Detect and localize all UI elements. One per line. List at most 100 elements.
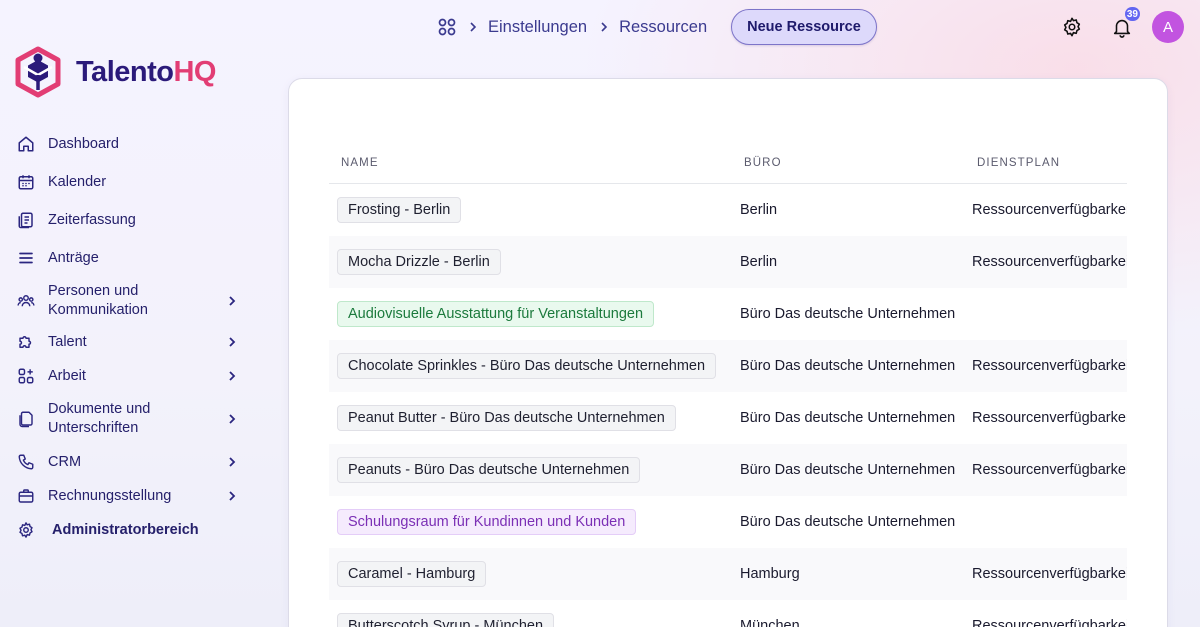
chevron-right-icon — [229, 337, 236, 347]
list-icon — [16, 248, 36, 268]
sidebar-item-label: Arbeit — [48, 367, 86, 384]
breadcrumb-ressourcen[interactable]: Ressourcen — [619, 18, 707, 37]
home-icon — [16, 134, 36, 154]
table-row[interactable]: Audiovisuelle Ausstattung für Veranstalt… — [329, 288, 1127, 340]
notification-count-badge: 39 — [1124, 7, 1140, 21]
table-row[interactable]: Peanut Butter - Büro Das deutsche Untern… — [329, 392, 1127, 444]
resource-name-tag[interactable]: Mocha Drizzle - Berlin — [337, 249, 501, 275]
sidebar-nav: Dashboard Kalender Zeiterfassung Anträge… — [16, 125, 246, 547]
new-resource-button[interactable]: Neue Ressource — [731, 9, 877, 45]
cell-office: Büro Das deutsche Unternehmen — [740, 358, 956, 374]
cell-name: Butterscotch Syrup - München — [329, 613, 732, 627]
sidebar-item-dokumente[interactable]: Dokumente und Unterschriften — [16, 393, 246, 445]
table-row[interactable]: Peanuts - Büro Das deutsche Unternehmen B… — [329, 444, 1127, 496]
table-row[interactable]: Caramel - Hamburg Hamburg Ressourcenverfüg… — [329, 548, 1127, 600]
table-row[interactable]: Butterscotch Syrup - München München Resso… — [329, 600, 1127, 627]
table-row[interactable]: Chocolate Sprinkles - Büro Das deutsche … — [329, 340, 1127, 392]
gear-icon — [1063, 17, 1081, 37]
apps-grid-icon[interactable] — [438, 18, 456, 36]
sidebar-item-personen[interactable]: Personen und Kommunikation — [16, 277, 246, 325]
table-row[interactable]: Mocha Drizzle - Berlin Berlin Ressourcenve… — [329, 236, 1127, 288]
people-icon — [16, 291, 36, 311]
cell-schedule: Ressourcenverfügbarkeit — [972, 566, 1127, 582]
cell-office: Büro Das deutsche Unternehmen — [740, 306, 956, 322]
resource-name-tag[interactable]: Peanut Butter - Büro Das deutsche Untern… — [337, 405, 676, 431]
sidebar-item-label: Talent — [48, 333, 87, 350]
cell-schedule: Ressourcenverfügbarkeit — [972, 618, 1127, 627]
sidebar-item-crm[interactable]: CRM — [16, 445, 246, 479]
notifications-button[interactable]: 39 — [1106, 7, 1140, 43]
sidebar-item-dashboard[interactable]: Dashboard — [16, 125, 246, 163]
breadcrumb-einstellungen[interactable]: Einstellungen — [488, 18, 587, 37]
resource-name-tag[interactable]: Butterscotch Syrup - München — [337, 613, 555, 627]
sidebar-item-label: Dokumente und Unterschriften — [48, 401, 151, 436]
cell-office: Hamburg — [740, 566, 800, 582]
sidebar-item-label: Anträge — [48, 249, 99, 266]
table-header: NAME BÜRO DIENSTPLAN — [329, 143, 1127, 184]
column-header-office[interactable]: BÜRO — [732, 157, 967, 169]
sidebar-item-label: Personen und Kommunikation — [48, 283, 148, 318]
cell-schedule: Ressourcenverfügbarkeit — [972, 462, 1127, 478]
column-header-plan[interactable]: DIENSTPLAN — [967, 157, 1127, 169]
cell-name: Peanut Butter - Büro Das deutsche Untern… — [329, 405, 732, 431]
gear-icon — [16, 520, 36, 540]
cell-schedule: Ressourcenverfügbarkeit — [972, 410, 1127, 426]
sidebar-item-antraege[interactable]: Anträge — [16, 239, 246, 277]
cell-name: Peanuts - Büro Das deutsche Unternehmen — [329, 457, 732, 483]
cell-office: München — [740, 618, 800, 627]
header-actions: 39 A — [1056, 7, 1184, 43]
breadcrumb: Einstellungen Ressourcen Neue Ressource — [438, 9, 877, 45]
cell-name: Caramel - Hamburg — [329, 561, 732, 587]
cell-name: Mocha Drizzle - Berlin — [329, 249, 732, 275]
cell-office: Berlin — [740, 254, 778, 270]
resource-name-tag[interactable]: Schulungsraum für Kundinnen und Kunden — [337, 509, 637, 535]
resource-name-tag[interactable]: Peanuts - Büro Das deutsche Unternehmen — [337, 457, 641, 483]
cell-name: Schulungsraum für Kundinnen und Kunden — [329, 509, 732, 535]
sidebar-item-talent[interactable]: Talent — [16, 325, 246, 359]
settings-button[interactable] — [1056, 11, 1088, 43]
resource-name-tag[interactable]: Chocolate Sprinkles - Büro Das deutsche … — [337, 353, 717, 379]
resource-name-tag[interactable]: Caramel - Hamburg — [337, 561, 487, 587]
sidebar-item-label: CRM — [48, 453, 82, 470]
clipboard-icon — [16, 210, 36, 230]
chevron-right-icon — [229, 296, 236, 306]
calendar-icon — [16, 172, 36, 192]
cell-office: Büro Das deutsche Unternehmen — [740, 514, 956, 530]
logo-cube-icon — [15, 46, 61, 98]
brand-logo[interactable]: TalentoHQ — [14, 46, 216, 98]
sidebar-item-label: Dashboard — [48, 135, 119, 152]
sidebar-item-administratorbereich[interactable]: Administratorbereich — [16, 513, 246, 547]
table-row[interactable]: Schulungsraum für Kundinnen und Kunden Bü… — [329, 496, 1127, 548]
chevron-right-icon — [229, 491, 236, 501]
sidebar-item-arbeit[interactable]: Arbeit — [16, 359, 246, 393]
table-body: Frosting - Berlin Berlin Ressourcenverfügb… — [329, 184, 1127, 627]
grid-plus-icon — [16, 366, 36, 386]
brand-name: TalentoHQ — [76, 55, 216, 88]
sidebar-item-label: Zeiterfassung — [48, 211, 136, 228]
cell-office: Berlin — [740, 202, 778, 218]
cell-name: Chocolate Sprinkles - Büro Das deutsche … — [329, 353, 732, 379]
sidebar-item-kalender[interactable]: Kalender — [16, 163, 246, 201]
cell-name: Audiovisuelle Ausstattung für Veranstalt… — [329, 301, 732, 327]
table-row[interactable]: Frosting - Berlin Berlin Ressourcenverfügb… — [329, 184, 1127, 236]
sidebar-item-label: Kalender — [48, 173, 107, 190]
documents-icon — [16, 409, 36, 429]
column-header-name[interactable]: NAME — [329, 157, 732, 169]
sidebar: TalentoHQ Dashboard Kalender Zeiterfassu… — [0, 0, 260, 627]
cell-office: Büro Das deutsche Unternehmen — [740, 410, 956, 426]
resources-card: NAME BÜRO DIENSTPLAN Frosting - Berlin Be… — [288, 78, 1168, 627]
cell-office: Büro Das deutsche Unternehmen — [740, 462, 956, 478]
chevron-right-icon — [601, 22, 608, 32]
resource-name-tag[interactable]: Frosting - Berlin — [337, 197, 462, 223]
sidebar-item-rechnungsstellung[interactable]: Rechnungsstellung — [16, 479, 246, 513]
chevron-right-icon — [229, 457, 236, 467]
avatar[interactable]: A — [1152, 11, 1184, 43]
briefcase-icon — [16, 486, 36, 506]
resource-name-tag[interactable]: Audiovisuelle Ausstattung für Veranstalt… — [337, 301, 655, 327]
cell-schedule: Ressourcenverfügbarkeit — [972, 202, 1127, 218]
sidebar-item-label: Administratorbereich — [52, 521, 199, 538]
chevron-right-icon — [229, 371, 236, 381]
sidebar-item-zeiterfassung[interactable]: Zeiterfassung — [16, 201, 246, 239]
cell-schedule: Ressourcenverfügbarkeit — [972, 254, 1127, 270]
sidebar-item-label: Rechnungsstellung — [48, 487, 172, 504]
